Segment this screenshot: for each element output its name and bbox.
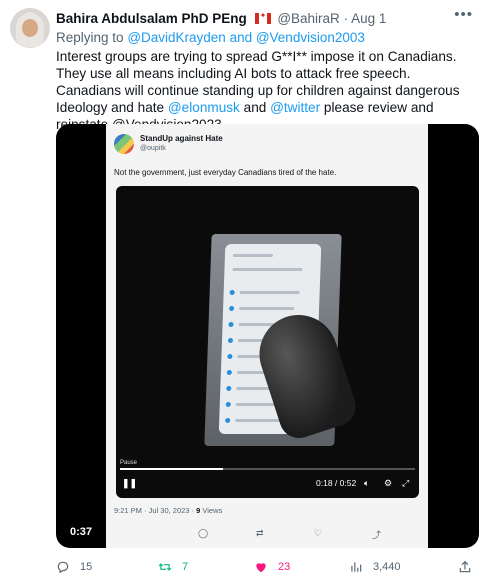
embedded-video: Pause ❚❚ 0:18 / 0:52 🔈︎ ⚙ ⤢ (116, 186, 419, 498)
retweet-count: 7 (182, 561, 189, 573)
author-handle[interactable]: @BahiraR (277, 11, 339, 26)
embedded-like-icon: ♡ (314, 528, 323, 538)
share-icon (459, 560, 471, 573)
reply-icon (57, 561, 69, 574)
volume-icon[interactable]: 🔈︎ (364, 478, 369, 489)
embedded-views-word: Views (200, 506, 223, 515)
tweet-text-and: and (239, 100, 271, 115)
mention-twitter[interactable]: @twitter (270, 100, 320, 115)
gear-icon[interactable]: ⚙ (384, 478, 392, 489)
tweet-actions: 15 7 23 3,440 (56, 560, 486, 580)
share-button[interactable] (458, 560, 472, 574)
mention-elonmusk[interactable]: @elonmusk (168, 100, 240, 115)
embedded-timestamp: 9:21 PM · Jul 30, 2023 · (114, 506, 195, 515)
author-name[interactable]: Bahira Abdulsalam PhD PEng (56, 11, 247, 26)
retweet-button[interactable]: 7 (158, 560, 188, 574)
embedded-author-name: StandUp against Hate (140, 134, 223, 143)
views-count: 3,440 (373, 561, 401, 573)
video-media[interactable]: StandUp against Hate @oupitk Not the gov… (56, 124, 479, 548)
tweet-text: Interest groups are trying to spread G**… (56, 48, 476, 133)
embedded-retweet-icon: ⇄ (256, 528, 264, 538)
video-progress-bar[interactable] (120, 468, 415, 470)
embedded-meta: 9:21 PM · Jul 30, 2023 · 9 Views (114, 506, 222, 515)
progress-fill (120, 468, 224, 470)
like-icon (256, 563, 266, 573)
pause-icon[interactable]: ❚❚ (122, 478, 137, 489)
embedded-tweet-text: Not the government, just everyday Canadi… (114, 168, 337, 177)
embedded-avatar (114, 134, 134, 154)
reply-prefix: Replying to (56, 30, 124, 45)
reply-to-link[interactable]: @DavidKrayden and @Vendvision2003 (127, 30, 365, 45)
like-count: 23 (278, 561, 291, 573)
reply-button[interactable]: 15 (56, 560, 92, 574)
like-button[interactable]: 23 (254, 560, 290, 574)
avatar[interactable] (10, 8, 50, 48)
embedded-reply-icon: ◯ (198, 528, 209, 538)
embedded-tweet-card: StandUp against Hate @oupitk Not the gov… (106, 124, 428, 548)
video-duration-badge: 0:37 (66, 524, 97, 540)
pause-tooltip: Pause (120, 460, 138, 466)
tweet-header: Bahira Abdulsalam PhD PEng @BahiraR · Au… (56, 11, 386, 26)
embedded-actions: ◯ ⇄ ♡ ⤴ (106, 528, 428, 544)
reply-count: 15 (80, 561, 93, 573)
avatar-face (22, 19, 38, 37)
views-button[interactable]: 3,440 (349, 560, 401, 574)
embedded-author-handle: @oupitk (140, 145, 166, 152)
canada-flag-icon (254, 11, 271, 24)
reply-context: Replying to @DavidKrayden and @Vendvisio… (56, 30, 365, 45)
tweet-date[interactable]: · Aug 1 (344, 11, 387, 26)
embedded-share-icon: ⤴ (372, 530, 382, 540)
views-icon (351, 562, 362, 572)
video-time: 0:18 / 0:52 (316, 478, 357, 488)
expand-icon[interactable]: ⤢ (402, 478, 409, 489)
more-icon[interactable]: ••• (454, 6, 473, 23)
retweet-icon (158, 563, 172, 571)
